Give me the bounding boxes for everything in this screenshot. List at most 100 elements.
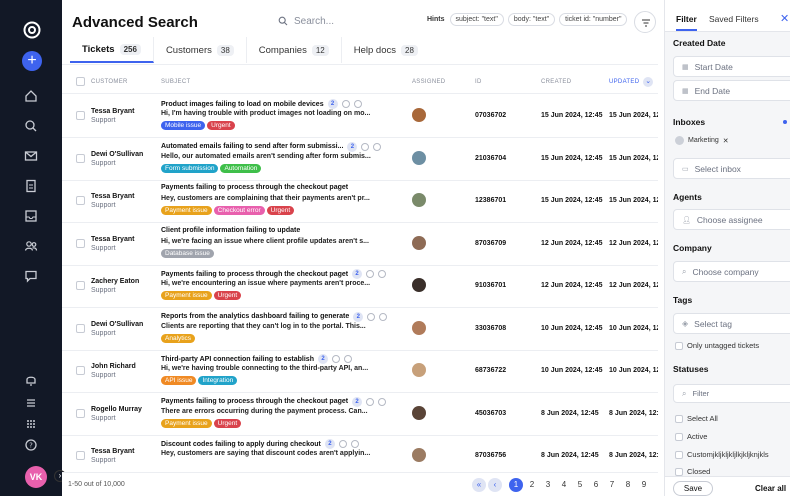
column-id[interactable]: ID: [475, 79, 482, 85]
first-page-button[interactable]: «: [472, 478, 486, 492]
new-ticket-button[interactable]: +: [22, 51, 42, 71]
customer-name[interactable]: Dewi O'Sullivan: [91, 321, 143, 328]
table-row[interactable]: Dewi O'Sullivan Support Reports from the a…: [62, 307, 658, 351]
status-filter-input[interactable]: ⌕ Filter: [673, 384, 790, 403]
close-icon[interactable]: ✕: [780, 12, 789, 25]
row-checkbox[interactable]: [76, 111, 85, 120]
tag-chip[interactable]: Payment issue: [161, 418, 212, 428]
ticket-subject[interactable]: Payments failing to process through the …: [161, 184, 348, 191]
row-checkbox[interactable]: [76, 153, 85, 163]
users-icon[interactable]: [23, 238, 39, 254]
assignee-avatar[interactable]: [412, 448, 426, 462]
ticket-subject[interactable]: Product images failing to load on mobile…: [161, 99, 362, 109]
page-3-button[interactable]: 3: [541, 478, 555, 492]
end-date-field[interactable]: ▦ End Date: [673, 80, 790, 101]
tab-tickets[interactable]: Tickets 256: [70, 37, 154, 63]
ticket-subject[interactable]: Reports from the analytics dashboard fai…: [161, 311, 388, 322]
tag-chip[interactable]: Urgent: [266, 206, 295, 215]
status-select-all[interactable]: Select All: [675, 414, 718, 423]
page-8-button[interactable]: 8: [621, 478, 635, 492]
tab-saved-filters[interactable]: Saved Filters: [709, 14, 759, 24]
row-checkbox[interactable]: [76, 451, 85, 460]
ticket-subject[interactable]: Payments failing to process through the …: [161, 396, 387, 407]
bell-icon[interactable]: [23, 372, 39, 388]
row-checkbox[interactable]: [76, 281, 85, 290]
ticket-subject[interactable]: Automated emails failing to send after f…: [161, 141, 382, 152]
row-checkbox[interactable]: [76, 238, 85, 248]
status-custom[interactable]: Customjkljkljkljlkjkljknjkls: [675, 450, 769, 459]
tab-filter[interactable]: Filter: [676, 14, 697, 31]
assignee-avatar[interactable]: [412, 405, 426, 420]
clear-all-button[interactable]: Clear all: [755, 484, 786, 493]
user-avatar[interactable]: VK: [25, 466, 47, 488]
tag-chip[interactable]: Form submission: [161, 163, 219, 173]
assignee-avatar[interactable]: [412, 108, 426, 122]
page-6-button[interactable]: 6: [589, 478, 603, 492]
table-row[interactable]: Zachery Eaton Support Payments failing to …: [62, 264, 658, 308]
ticket-subject[interactable]: Client profile information failing to up…: [161, 227, 300, 234]
tag-chip[interactable]: Payment issue: [161, 291, 212, 300]
column-assigned[interactable]: ASSIGNED: [412, 79, 445, 85]
column-customer[interactable]: CUSTOMER: [91, 79, 128, 85]
tag-chip[interactable]: Automation: [220, 163, 262, 173]
search-icon[interactable]: [23, 118, 39, 134]
home-icon[interactable]: [23, 88, 39, 104]
tag-chip[interactable]: API issue: [161, 376, 197, 385]
status-active[interactable]: Active: [675, 432, 707, 441]
tag-chip[interactable]: Payment issue: [161, 206, 212, 215]
column-created[interactable]: CREATED: [541, 79, 571, 85]
table-row[interactable]: Rogello Murray Support Payments failing to…: [62, 392, 658, 436]
assignee-avatar[interactable]: [412, 150, 426, 165]
row-checkbox[interactable]: [76, 323, 85, 333]
hint-chip-ticket-id[interactable]: ticket id: "number": [559, 13, 628, 26]
customer-name[interactable]: Tessa Bryant: [91, 448, 134, 455]
choose-company-field[interactable]: ⌕ Choose company: [673, 261, 790, 282]
page-1-button[interactable]: 1: [509, 478, 523, 492]
table-row[interactable]: Tessa Bryant Support Payments failing to p…: [62, 179, 658, 223]
customer-name[interactable]: Tessa Bryant: [91, 108, 134, 115]
apps-grid-icon[interactable]: [23, 416, 39, 432]
ticket-subject[interactable]: Third-party API connection failing to es…: [161, 354, 352, 364]
tag-chip[interactable]: Analytics: [161, 333, 196, 343]
select-inbox-field[interactable]: ▭ Select inbox: [673, 158, 790, 179]
hint-chip-subject[interactable]: subject: "text": [449, 13, 504, 26]
list-icon[interactable]: [23, 395, 39, 411]
select-all-checkbox[interactable]: [76, 77, 85, 86]
tag-chip[interactable]: Checkout error: [213, 206, 265, 215]
status-closed[interactable]: Closed: [675, 467, 710, 476]
ticket-subject[interactable]: Payments failing to process through the …: [161, 269, 387, 279]
help-icon[interactable]: ?: [23, 437, 39, 453]
row-checkbox[interactable]: [76, 366, 85, 375]
customer-name[interactable]: Dewi O'Sullivan: [91, 151, 143, 158]
page-4-button[interactable]: 4: [557, 478, 571, 492]
tag-chip[interactable]: Urgent: [207, 121, 235, 130]
customer-name[interactable]: John Richard: [91, 363, 136, 370]
page-5-button[interactable]: 5: [573, 478, 587, 492]
tab-customers[interactable]: Customers 38: [154, 37, 247, 63]
chat-icon[interactable]: [23, 268, 39, 284]
assignee-avatar[interactable]: [412, 320, 426, 335]
remove-inbox-icon[interactable]: ✕: [723, 137, 729, 145]
choose-assignee-field[interactable]: 👤︎ Choose assignee: [673, 209, 790, 230]
assignee-avatar[interactable]: [412, 363, 426, 377]
tag-chip[interactable]: Mobile issue: [161, 121, 206, 130]
table-row[interactable]: John Richard Support Third-party API conne…: [62, 349, 658, 393]
prev-page-button[interactable]: ‹: [488, 478, 502, 492]
assignee-avatar[interactable]: [412, 278, 426, 292]
only-untagged-checkbox[interactable]: Only untagged tickets: [675, 341, 759, 350]
save-button[interactable]: Save: [673, 481, 713, 496]
inbox-icon[interactable]: [23, 208, 39, 224]
mail-icon[interactable]: [23, 148, 39, 164]
tag-chip[interactable]: Urgent: [213, 418, 242, 428]
page-2-button[interactable]: 2: [525, 478, 539, 492]
tab-companies[interactable]: Companies 12: [247, 37, 342, 63]
select-tag-field[interactable]: ◈ Select tag: [673, 313, 790, 334]
row-checkbox[interactable]: [76, 408, 85, 418]
filter-toggle-button[interactable]: [634, 11, 656, 33]
start-date-field[interactable]: ▦ Start Date: [673, 56, 790, 77]
customer-name[interactable]: Tessa Bryant: [91, 236, 134, 243]
customer-name[interactable]: Rogello Murray: [91, 406, 142, 413]
page-9-button[interactable]: 9: [637, 478, 651, 492]
customer-name[interactable]: Tessa Bryant: [91, 193, 134, 200]
search-input[interactable]: Search...: [270, 10, 420, 32]
